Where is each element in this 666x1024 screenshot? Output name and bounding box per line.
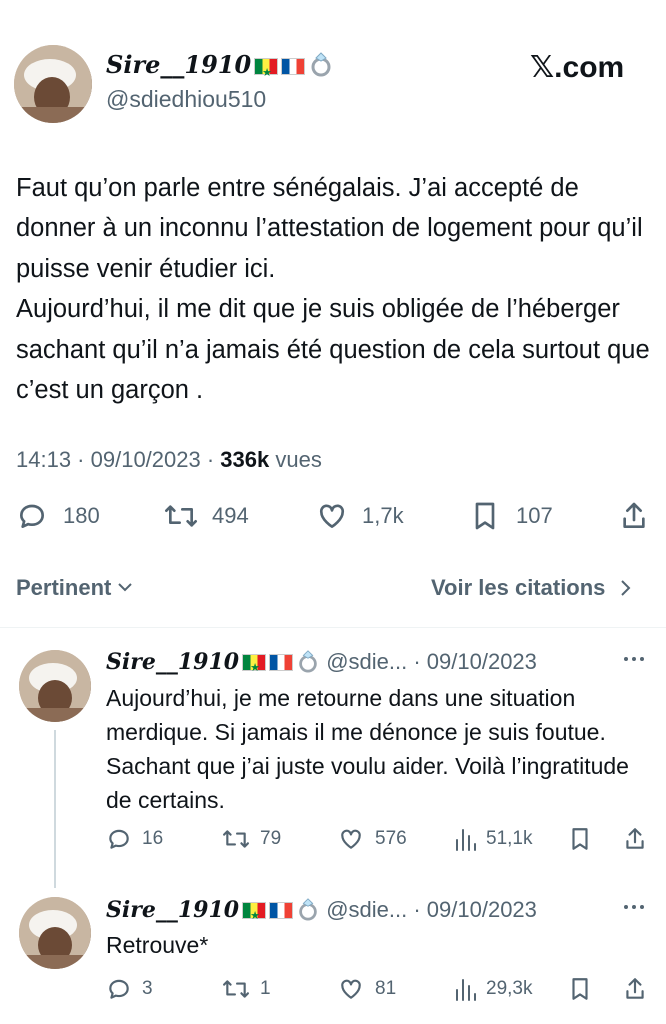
chevron-right-icon xyxy=(620,580,630,596)
share-button[interactable] xyxy=(624,826,646,852)
author-handle[interactable]: @sdie... xyxy=(326,897,407,922)
bookmark-button[interactable]: 107 xyxy=(470,500,553,532)
reply-text: Aujourd’hui, je me retourne dans une sit… xyxy=(106,685,629,813)
display-name[interactable]: Sire__1910 xyxy=(106,649,239,675)
share-icon xyxy=(623,502,645,528)
views-count: 336k xyxy=(220,447,270,472)
reply-icon xyxy=(109,829,129,849)
ring-emoji-icon xyxy=(299,898,317,921)
avatar-photo xyxy=(19,650,91,722)
repost-button[interactable]: 1 xyxy=(220,976,271,1002)
tweet-text: Faut qu’on parle entre sénégalais. J’ai … xyxy=(16,174,650,405)
sort-label: Pertinent xyxy=(16,575,112,600)
ring-emoji-icon xyxy=(311,52,331,77)
bookmark-button[interactable] xyxy=(569,826,591,852)
tweet-date[interactable]: 09/10/2023 xyxy=(91,447,201,472)
like-icon xyxy=(341,979,361,999)
repost-button[interactable]: 79 xyxy=(220,826,281,852)
avatar[interactable] xyxy=(14,45,92,123)
reply-header: Sire__1910 @sdie... · 09/10/2023 xyxy=(106,896,537,930)
reply-count: 180 xyxy=(63,503,100,528)
tweet-meta: 14:13 · 09/10/2023 · 336k vues xyxy=(16,447,322,472)
author-name-row[interactable]: Sire__1910 xyxy=(106,50,334,88)
like-button[interactable]: 81 xyxy=(337,976,396,1002)
like-icon xyxy=(341,829,361,849)
avatar-photo xyxy=(19,897,91,969)
author-handle[interactable]: @sdie... xyxy=(326,649,407,674)
like-icon xyxy=(319,504,345,528)
bookmark-icon xyxy=(475,502,495,530)
view-quotes-link[interactable]: Voir les citations xyxy=(431,574,632,602)
reply-header: Sire__1910 @sdie... · 09/10/2023 xyxy=(106,648,537,682)
thread-line xyxy=(54,730,56,888)
avatar-photo xyxy=(14,45,92,123)
bookmark-count: 107 xyxy=(516,503,553,528)
reply-icon xyxy=(109,979,129,999)
views-button[interactable]: 51,1k xyxy=(454,826,532,852)
views-icon xyxy=(456,979,476,1001)
tweet-time[interactable]: 14:13 xyxy=(16,447,71,472)
more-icon[interactable] xyxy=(622,902,646,912)
tweet-date[interactable]: 09/10/2023 xyxy=(427,897,537,922)
france-flag-icon xyxy=(269,654,294,671)
share-button[interactable] xyxy=(624,976,646,1002)
bookmark-icon xyxy=(572,978,588,1000)
repost-icon xyxy=(223,980,250,998)
tweet-date[interactable]: 09/10/2023 xyxy=(427,649,537,674)
ring-emoji-icon xyxy=(299,650,317,673)
france-flag-icon xyxy=(281,58,306,75)
reply-button[interactable]: 180 xyxy=(16,500,100,532)
views-count: 51,1k xyxy=(486,828,533,849)
senegal-flag-icon xyxy=(242,902,267,930)
avatar[interactable] xyxy=(19,650,91,722)
reply-icon xyxy=(20,504,44,528)
source-label: 𝕏.com xyxy=(530,51,625,84)
like-count: 81 xyxy=(375,978,397,999)
more-icon[interactable] xyxy=(622,654,646,664)
repost-count: 494 xyxy=(212,503,249,528)
author-handle[interactable]: @sdiedhiou510 xyxy=(106,84,266,114)
reply-text: Retrouve* xyxy=(106,932,209,958)
share-button[interactable] xyxy=(620,500,648,532)
bookmark-icon xyxy=(572,828,588,850)
avatar[interactable] xyxy=(19,897,91,969)
repost-icon xyxy=(223,830,250,848)
share-icon xyxy=(626,828,644,849)
bookmark-button[interactable] xyxy=(569,976,591,1002)
repost-count: 79 xyxy=(260,828,282,849)
like-count: 576 xyxy=(375,828,407,849)
display-name[interactable]: Sire__1910 xyxy=(106,50,251,79)
reply-button[interactable]: 16 xyxy=(106,826,163,852)
views-button[interactable]: 29,3k xyxy=(454,976,532,1002)
like-count: 1,7k xyxy=(362,503,404,528)
repost-button[interactable]: 494 xyxy=(162,500,249,532)
views-count: 29,3k xyxy=(486,978,533,999)
display-name[interactable]: Sire__1910 xyxy=(106,897,239,923)
senegal-flag-icon xyxy=(254,58,279,88)
france-flag-icon xyxy=(269,902,294,919)
reply-count: 16 xyxy=(142,828,164,849)
like-button[interactable]: 1,7k xyxy=(315,500,404,532)
chevron-down-icon xyxy=(118,583,133,592)
view-quotes-label: Voir les citations xyxy=(431,575,606,600)
share-icon xyxy=(626,978,644,999)
repost-icon xyxy=(165,505,198,527)
views-icon xyxy=(456,829,476,851)
divider xyxy=(0,627,666,628)
reply-count: 3 xyxy=(142,978,153,999)
senegal-flag-icon xyxy=(242,654,267,682)
sort-dropdown[interactable]: Pertinent xyxy=(16,574,133,602)
views-label: vues xyxy=(275,447,322,472)
repost-count: 1 xyxy=(260,978,271,999)
like-button[interactable]: 576 xyxy=(337,826,407,852)
reply-button[interactable]: 3 xyxy=(106,976,153,1002)
